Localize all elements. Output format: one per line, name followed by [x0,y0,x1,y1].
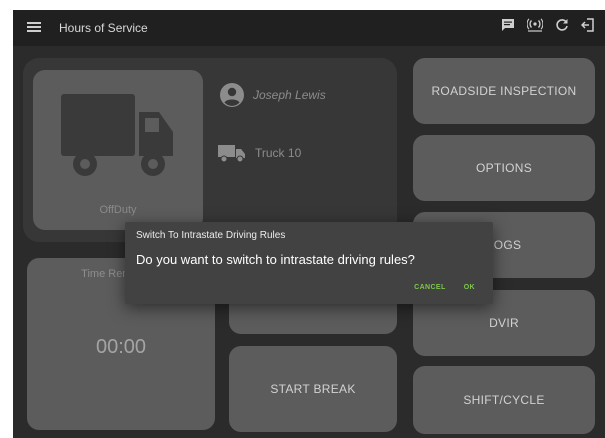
driver-name: Joseph Lewis [253,88,326,102]
truck-label: Truck 10 [255,146,302,160]
dialog-message: Do you want to switch to intrastate driv… [136,252,415,267]
start-break-button[interactable]: START BREAK [229,346,397,432]
options-button[interactable]: OPTIONS [413,135,595,201]
device-screen: Hours of Service OffDuty Joseph Lewis Tr… [13,10,605,438]
roadside-inspection-button[interactable]: ROADSIDE INSPECTION [413,58,595,124]
menu-icon[interactable] [27,22,41,32]
duty-status-tile[interactable]: OffDuty [33,70,203,230]
driver-info: Joseph Lewis [219,82,326,108]
ok-button[interactable]: OK [464,284,475,291]
vehicle-info: Truck 10 [217,142,301,164]
main-screen: OffDuty Joseph Lewis Truck 10 Time Remai… [13,46,605,438]
app-title: Hours of Service [59,21,148,35]
refresh-icon[interactable] [555,18,569,32]
dialog-title: Switch To Intrastate Driving Rules [136,230,286,241]
time-remaining-value: 00:00 [95,336,147,358]
dialog-actions: CANCEL OK [414,284,475,291]
shift-cycle-button[interactable]: SHIFT/CYCLE [413,366,595,434]
user-avatar-icon [220,83,244,107]
message-icon[interactable] [501,18,515,32]
appbar-actions [501,18,595,32]
cancel-button[interactable]: CANCEL [414,284,446,291]
intrastate-rules-dialog: Switch To Intrastate Driving Rules Do yo… [125,222,493,304]
driver-status-card: OffDuty Joseph Lewis Truck 10 [23,58,397,242]
app-bar: Hours of Service [13,10,605,46]
logout-icon[interactable] [581,18,595,32]
truck-icon [61,94,173,176]
duty-status-label: OffDuty [99,204,137,216]
wifi-signal-icon[interactable] [527,18,543,32]
truck-small-icon [218,145,245,163]
